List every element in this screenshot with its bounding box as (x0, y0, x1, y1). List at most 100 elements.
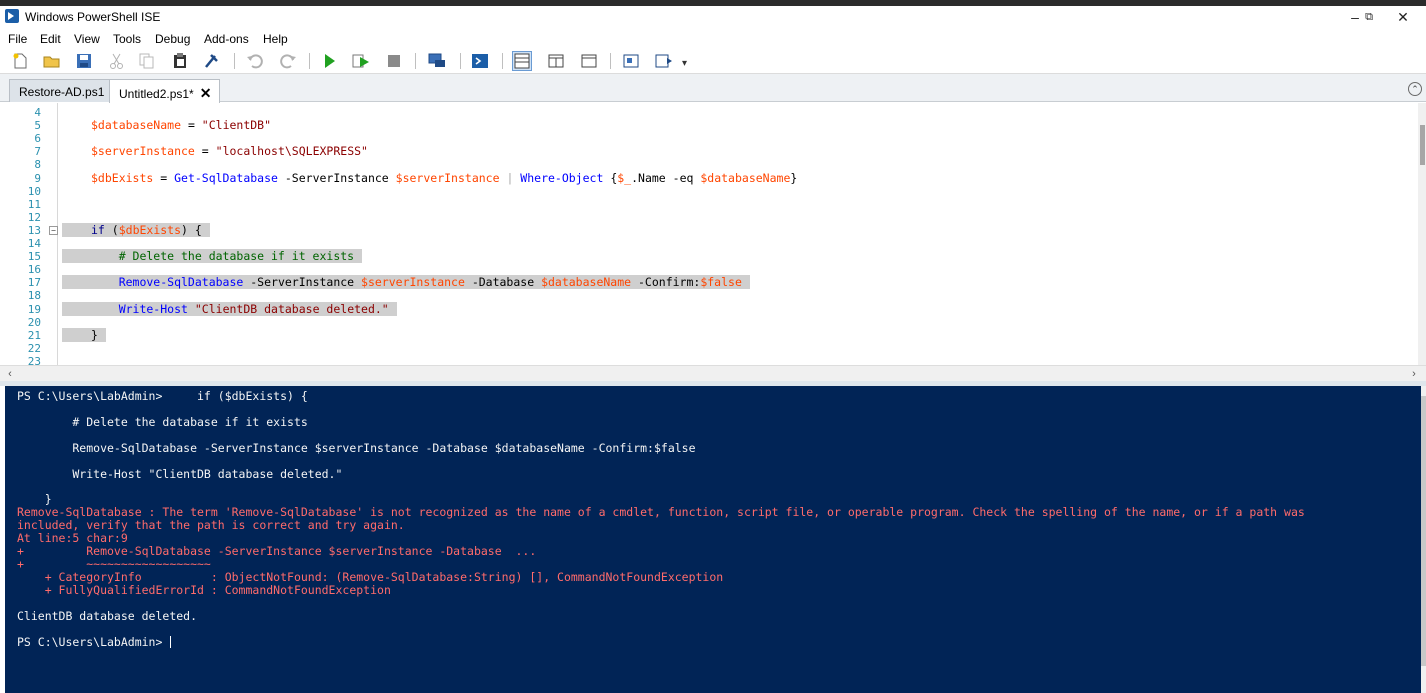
code-token: $databaseName (541, 275, 632, 290)
console-text: included, verify that the path is correc… (17, 518, 405, 532)
code-token: $dbExists (91, 170, 154, 185)
console-output-line: Remove-SqlDatabase -ServerInstance $serv… (17, 441, 696, 455)
tab-label: Untitled2.ps1* (119, 87, 194, 101)
cut-icon[interactable] (108, 52, 126, 70)
line-number: 14 (27, 237, 41, 250)
stop-icon[interactable] (385, 52, 403, 70)
run-selection-icon[interactable] (352, 52, 370, 70)
save-icon[interactable] (75, 52, 93, 70)
line-number: 6 (34, 132, 41, 146)
code-token: -Confirm: (631, 275, 701, 290)
line-number-gutter: 4 5 6 7 8 9 10 11 12 13 14 15 16 17 18 19 20 21 22 23 − (0, 103, 58, 365)
line-number: 10 (27, 184, 41, 198)
console-text: PS C:\Users\LabAdmin> (17, 635, 170, 649)
console-text: ClientDB database deleted. (17, 609, 198, 623)
line-number: 21 (27, 328, 41, 342)
menu-tools[interactable]: Tools (113, 32, 141, 46)
tab-label: Restore-AD.ps1 (19, 85, 105, 99)
show-addon-icon[interactable] (655, 52, 673, 70)
console-scrollbar[interactable] (1421, 386, 1426, 693)
scroll-left-icon[interactable]: ‹ (2, 367, 18, 381)
line-number: 4 (34, 106, 41, 119)
code-line: # Delete the database if it exists (62, 249, 363, 264)
code-token: = (153, 170, 175, 185)
menu-add-ons[interactable]: Add-ons (204, 32, 249, 46)
code-line: $serverInstance = "localhost\SQLEXPRESS" (62, 144, 368, 158)
layout-script-right-icon[interactable] (547, 52, 565, 70)
editor-vertical-scrollbar[interactable] (1418, 103, 1426, 365)
console-output-line: # Delete the database if it exists (17, 415, 308, 429)
tab-untitled2[interactable]: Untitled2.ps1* ✕ (109, 79, 221, 103)
toolbar-separator (502, 53, 503, 69)
code-line: $dbExists = Get-SqlDatabase -ServerInsta… (62, 171, 797, 185)
new-icon[interactable] (11, 52, 29, 70)
line-number: 18 (27, 289, 41, 303)
toolbar-separator (415, 53, 416, 69)
code-line: } (62, 327, 106, 342)
code-token: $serverInstance (395, 170, 500, 185)
menu-file[interactable]: File (8, 32, 27, 46)
console-text: + Remove-SqlDatabase -ServerInstance $se… (17, 544, 537, 558)
scroll-thumb[interactable] (1421, 396, 1426, 666)
paste-icon[interactable] (171, 52, 189, 70)
menu-debug[interactable]: Debug (155, 32, 190, 46)
toolbar-separator (610, 53, 611, 69)
menu-edit[interactable]: Edit (40, 32, 61, 46)
code-token: Write-Host (91, 301, 188, 316)
new-remote-tab-icon[interactable] (428, 52, 446, 70)
scroll-thumb[interactable] (1420, 125, 1425, 165)
line-number: 23 (27, 354, 41, 365)
title-bar: Windows PowerShell ISE – ⧉ ✕ (0, 6, 1426, 29)
powershell-icon[interactable] (471, 52, 489, 70)
menu-view[interactable]: View (74, 32, 100, 46)
window-title: Windows PowerShell ISE (25, 10, 161, 24)
close-window-button[interactable]: ✕ (1380, 6, 1426, 28)
line-number: 5 (34, 119, 41, 133)
console-text: Remove-SqlDatabase : The term 'Remove-Sq… (17, 505, 1305, 519)
script-editor[interactable]: 4 5 6 7 8 9 10 11 12 13 14 15 16 17 18 19 20 21 22 23 − $dat… (0, 103, 1426, 365)
show-commands-icon[interactable] (622, 52, 640, 70)
close-tab-icon[interactable]: ✕ (200, 85, 212, 101)
fold-toggle-icon[interactable]: − (49, 225, 58, 235)
console-text: + ~~~~~~~~~~~~~~~~~~ (17, 557, 211, 571)
open-icon[interactable] (43, 52, 61, 70)
tab-restore-ad[interactable]: Restore-AD.ps1 (9, 79, 114, 102)
console-output-line: PS C:\Users\LabAdmin> if ($dbExists) { (17, 390, 308, 403)
console-text: Remove-SqlDatabase -ServerInstance $serv… (17, 441, 696, 455)
code-token: = (194, 144, 216, 159)
code-token: $serverInstance (91, 144, 195, 159)
code-token: $false (700, 275, 742, 290)
layout-script-max-icon[interactable] (580, 52, 598, 70)
code-line: Write-Host "ClientDB database deleted." (62, 301, 397, 316)
text-cursor (170, 636, 172, 648)
copy-icon[interactable] (138, 52, 156, 70)
toolbar-separator (234, 53, 235, 69)
menu-help[interactable]: Help (263, 32, 288, 46)
toolbar-overflow-icon[interactable]: ▾ (682, 58, 687, 69)
line-number: 22 (27, 341, 41, 355)
undo-icon[interactable] (246, 52, 264, 70)
redo-icon[interactable] (279, 52, 297, 70)
console-text: + FullyQualifiedErrorId : CommandNotFoun… (17, 583, 391, 597)
code-token: "ClientDB database deleted." (194, 301, 389, 316)
clear-console-icon[interactable] (203, 52, 221, 70)
collapse-script-pane-icon[interactable]: ⌃ (1408, 82, 1422, 96)
script-tab-strip: Restore-AD.ps1 Untitled2.ps1* ✕ ⌃ (0, 74, 1426, 103)
code-token: $_ (617, 170, 632, 185)
toolbar: ▾ (0, 48, 1426, 74)
console-text: # Delete the database if it exists (17, 415, 308, 429)
code-token: if (91, 222, 105, 237)
line-number: 17 (27, 276, 41, 290)
menu-bar: File Edit View Tools Debug Add-ons Help (0, 30, 1426, 48)
line-number: 19 (27, 302, 41, 316)
console-output-line: ClientDB database deleted. (17, 610, 197, 623)
run-script-icon[interactable] (320, 52, 338, 70)
console-pane[interactable]: PS C:\Users\LabAdmin> if ($dbExists) { #… (5, 386, 1421, 693)
code-token: -ServerInstance (243, 275, 362, 290)
code-token: ( (104, 222, 119, 237)
editor-horizontal-scrollbar[interactable]: ‹ › (0, 365, 1426, 381)
line-number: 7 (34, 145, 41, 159)
layout-script-top-icon[interactable] (512, 51, 532, 71)
line-number: 11 (27, 197, 41, 211)
scroll-right-icon[interactable]: › (1406, 367, 1422, 381)
